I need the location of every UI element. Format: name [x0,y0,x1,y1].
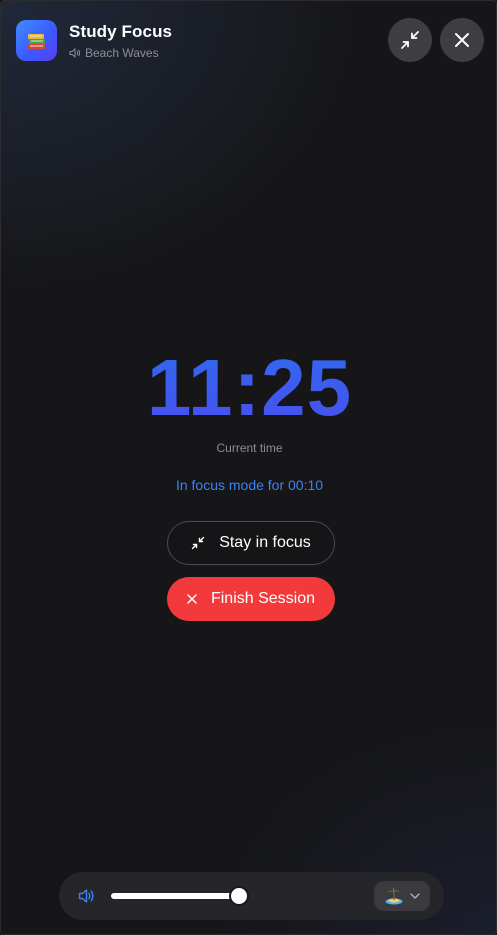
app-icon [16,20,57,61]
close-icon [455,33,469,47]
focus-duration-status: In focus mode for 00:10 [175,477,324,493]
minimize-icon [191,536,205,550]
island-icon [385,887,403,905]
finish-session-button[interactable]: Finish Session [167,577,335,621]
app-title: Study Focus [69,22,173,41]
volume-slider-handle[interactable] [229,886,249,906]
minimize-button[interactable] [388,18,432,62]
volume-slider-track[interactable] [111,893,239,899]
speaker-small-icon [69,48,81,58]
speaker-icon[interactable] [78,888,96,904]
current-time-display: 11:25 [1,344,496,432]
minimize-icon [401,31,419,49]
books-icon [27,33,45,49]
stay-in-focus-button[interactable]: Stay in focus [167,521,335,565]
close-icon [187,594,197,604]
close-button[interactable] [440,18,484,62]
time-caption: Current time [216,441,283,455]
finish-session-label: Finish Session [210,590,316,607]
chevron-down-icon [410,893,420,899]
current-sound: Beach Waves [69,46,159,60]
sound-name: Beach Waves [85,46,159,60]
stay-in-focus-label: Stay in focus [219,534,311,551]
scene-selector[interactable] [374,881,430,911]
audio-control-bar [59,872,444,920]
focus-window: Study Focus Beach Waves 11:25 Current ti… [0,0,497,935]
